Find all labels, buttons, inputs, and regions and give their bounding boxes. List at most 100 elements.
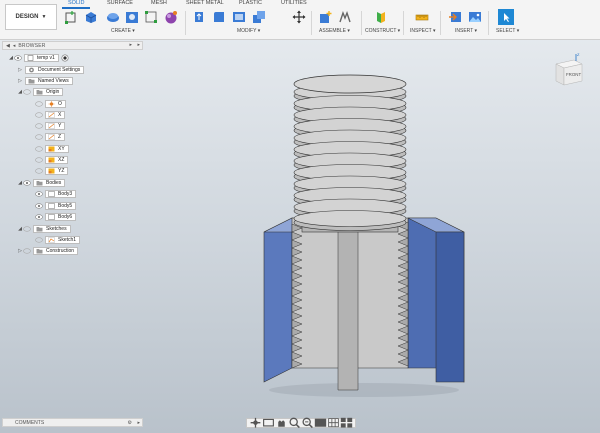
tree-node-body6[interactable]: Body6 (35, 212, 77, 221)
measure-icon[interactable] (415, 10, 429, 24)
visibility-off-icon[interactable] (23, 88, 31, 95)
shell-icon[interactable] (232, 10, 246, 24)
select-menu[interactable]: SELECT ▾ (496, 28, 519, 34)
tree-node-body3[interactable]: Body3 (35, 189, 77, 198)
visibility-icon[interactable] (35, 202, 43, 209)
tree-node-origin-point[interactable]: O (35, 99, 66, 108)
tree-node-bodies[interactable]: ◢ Bodies (17, 178, 66, 187)
hole-icon[interactable] (125, 10, 139, 24)
tree-node-axis-z[interactable]: Z (35, 132, 66, 141)
visibility-icon[interactable] (14, 54, 22, 61)
viewports-icon[interactable] (340, 417, 353, 428)
orbit-icon[interactable] (249, 417, 262, 428)
display-settings-icon[interactable] (314, 417, 327, 428)
pan-hand-icon[interactable] (275, 417, 288, 428)
visibility-icon[interactable] (35, 213, 43, 220)
line-icon[interactable] (144, 10, 158, 24)
visibility-icon[interactable] (23, 179, 31, 186)
combine-icon[interactable] (252, 10, 266, 24)
create-menu[interactable]: CREATE ▾ (111, 28, 135, 34)
select-arrow-icon[interactable] (498, 9, 514, 25)
comments-panel[interactable]: COMMENTS ⚙ ▸ (2, 418, 143, 427)
insert-image-icon[interactable] (468, 10, 482, 24)
comments-add-icon[interactable]: ⚙ (128, 420, 132, 426)
tree-node-sketches[interactable]: ◢ Sketches (17, 224, 71, 233)
tab-utilities[interactable]: UTILITIES (281, 0, 307, 6)
tree-node-construction[interactable]: ▷ Construction (17, 246, 79, 255)
pin-icon[interactable]: ▸ (129, 42, 132, 48)
tree-node-axis-x[interactable]: X (35, 110, 66, 119)
press-pull-icon[interactable] (192, 10, 206, 24)
close-icon[interactable]: ▸ (137, 42, 140, 48)
insert-menu[interactable]: INSERT ▾ (455, 28, 477, 34)
visibility-off-icon[interactable] (35, 100, 43, 107)
tree-node-origin[interactable]: ◢ Origin (17, 87, 64, 96)
expand-icon[interactable]: ▷ (17, 67, 23, 73)
radio-active-icon[interactable] (61, 53, 69, 62)
visibility-off-icon[interactable] (35, 167, 43, 174)
tree-node-body5[interactable]: Body5 (35, 201, 77, 210)
tab-solid[interactable]: SOLID (68, 0, 85, 6)
tree-node-plane-xy[interactable]: XY (35, 144, 69, 153)
fit-icon[interactable] (301, 417, 314, 429)
new-component-icon[interactable] (318, 10, 332, 24)
construct-menu[interactable]: CONSTRUCT ▾ (365, 28, 400, 34)
browser-header[interactable]: ◀ ◂ BROWSER ▸ ▸ (2, 41, 143, 50)
plane-icon (48, 157, 55, 162)
look-at-icon[interactable] (262, 417, 275, 428)
visibility-off-icon[interactable] (35, 156, 43, 163)
model-shadow (269, 383, 459, 397)
visibility-off-icon[interactable] (35, 122, 43, 129)
workspace-label: DESIGN (15, 14, 39, 20)
tab-plastic[interactable]: PLASTIC (239, 0, 262, 6)
separator (440, 11, 441, 35)
joint-icon[interactable] (338, 10, 352, 24)
document-icon (27, 54, 34, 61)
sketch-icon[interactable] (64, 10, 78, 24)
collapse-icon[interactable]: ◀ (6, 43, 10, 49)
visibility-off-icon[interactable] (35, 111, 43, 118)
tree-node-sketch1[interactable]: Sketch1 (35, 235, 81, 244)
body-icon (48, 190, 55, 197)
separator (361, 11, 362, 35)
threaded-bolt-model[interactable] (258, 72, 470, 398)
zoom-icon[interactable] (288, 417, 301, 429)
form-icon[interactable] (164, 10, 178, 24)
visibility-off-icon[interactable] (35, 236, 43, 243)
collapse-all-icon[interactable]: ◂ (13, 43, 16, 49)
tree-node-document-settings[interactable]: ▷ Document Settings (17, 65, 85, 74)
tab-mesh[interactable]: MESH (151, 0, 167, 6)
revolve-icon[interactable] (106, 10, 120, 24)
body-icon (48, 213, 55, 220)
plane-icon[interactable] (374, 10, 388, 24)
tab-surface[interactable]: SURFACE (107, 0, 133, 6)
inspect-menu[interactable]: INSPECT ▾ (410, 28, 435, 34)
fillet-icon[interactable] (212, 10, 226, 24)
visibility-off-icon[interactable] (35, 145, 43, 152)
visibility-icon[interactable] (35, 190, 43, 197)
folder-icon (28, 78, 35, 83)
comments-collapse-icon[interactable]: ▸ (137, 420, 140, 426)
assemble-menu[interactable]: ASSEMBLE ▾ (319, 28, 350, 34)
tab-sheet-metal[interactable]: SHEET METAL (186, 0, 224, 6)
expand-icon[interactable]: ▷ (17, 78, 23, 84)
tree-node-plane-xz[interactable]: XZ (35, 155, 69, 164)
tree-node-root[interactable]: ◢ temp v1 (8, 53, 69, 62)
view-cube[interactable]: Z FRONT (552, 52, 586, 88)
folder-icon (36, 89, 43, 94)
insert-derive-icon[interactable] (448, 10, 462, 24)
tree-node-plane-yz[interactable]: YZ (35, 166, 69, 175)
visibility-off-icon[interactable] (23, 225, 31, 232)
extrude-icon[interactable] (84, 10, 98, 24)
grid-settings-icon[interactable] (327, 417, 340, 428)
block-left-face (263, 217, 293, 383)
move-icon[interactable] (292, 10, 306, 24)
tree-node-axis-y[interactable]: Y (35, 121, 66, 130)
modify-menu[interactable]: MODIFY ▾ (237, 28, 260, 34)
viewcube-face-label: FRONT (566, 72, 581, 77)
visibility-off-icon[interactable] (23, 247, 31, 254)
visibility-off-icon[interactable] (35, 133, 43, 140)
workspace-dropdown[interactable]: DESIGN ▼ (5, 4, 57, 30)
toolbar: DESIGN ▼ SOLID SURFACE MESH SHEET METAL … (0, 0, 600, 40)
tree-node-named-views[interactable]: ▷ Named Views (17, 76, 73, 85)
